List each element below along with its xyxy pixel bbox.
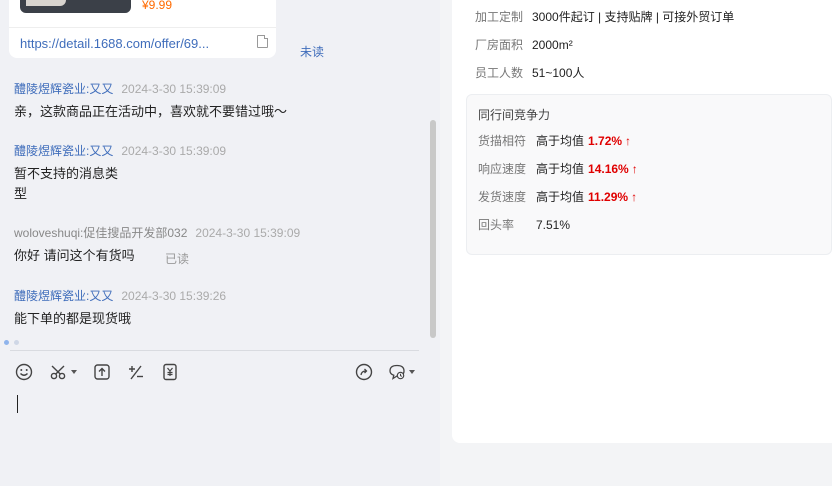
message-input-cursor[interactable] [17,395,18,413]
info-key: 员工人数 [475,66,524,80]
info-row-customization: 加工定制 3000件起订 | 支持贴牌 | 可接外贸订单 [475,8,734,25]
chat-panel: ¥9.99 https://detail.1688.com/offer/69..… [0,0,440,486]
compete-row-shipping: 发货速度 高于均值 11.29% ↑ [478,188,637,205]
read-status-read: 已读 [165,252,190,266]
compete-percent: 1.72% [588,134,623,148]
message-time: 2024-3-30 15:39:09 [121,144,227,158]
quick-reply-icon[interactable] [387,362,415,382]
message-line: 能下单的都是现货哦 [14,311,132,326]
message-line: 暂不支持的消息类 [14,166,119,181]
percent-icon[interactable] [126,362,146,382]
up-arrow-icon: ↑ [631,162,638,176]
message-header: 醴陵煜辉瓷业:又又 2024-3-30 15:39:09 [14,142,226,159]
compete-key: 发货速度 [478,190,527,204]
product-price: ¥9.99 [142,0,173,12]
message-sender[interactable]: 醴陵煜辉瓷业:又又 [14,289,113,303]
compete-row-response: 响应速度 高于均值 14.16% ↑ [478,160,638,177]
scissors-icon[interactable] [49,362,77,382]
message-time: 2024-3-30 15:39:09 [121,82,227,96]
read-status-unread: 未读 [300,45,325,59]
competitiveness-title: 同行间竞争力 [478,108,551,122]
input-toolbar [14,362,424,382]
message-text: 亲，这款商品正在活动中，喜欢就不要错过哦～ [14,102,287,122]
product-link[interactable]: https://detail.1688.com/offer/69... [20,36,209,51]
product-card[interactable]: ¥9.99 https://detail.1688.com/offer/69..… [9,0,276,58]
info-row-employees: 员工人数 51~100人 [475,64,584,81]
loading-dots [4,332,24,350]
compete-percent: 11.29% [588,190,629,204]
info-key: 厂房面积 [475,38,524,52]
compete-value: 高于均值 [536,134,585,148]
message-header: 醴陵煜辉瓷业:又又 2024-3-30 15:39:09 [14,80,226,97]
message-sender[interactable]: 醴陵煜辉瓷业:又又 [14,144,113,158]
upload-icon[interactable] [92,362,112,382]
compete-key: 回头率 [478,218,515,232]
chevron-down-icon[interactable] [409,370,415,374]
message-line: 亲，这款商品正在活动中，喜欢就不要错过哦～ [14,104,288,119]
document-icon[interactable] [257,35,268,48]
yuan-icon[interactable] [160,362,180,382]
product-thumbnail[interactable] [20,0,131,13]
chevron-down-icon[interactable] [71,370,77,374]
message-sender[interactable]: woloveshuqi:促佳搜品开发部032 [14,226,187,240]
compete-row-description: 货描相符 高于均值 1.72% ↑ [478,132,631,149]
info-row-factory-area: 厂房面积 2000m² [475,36,573,53]
message-header: woloveshuqi:促佳搜品开发部032 2024-3-30 15:39:09 [14,224,300,241]
message-sender[interactable]: 醴陵煜辉瓷业:又又 [14,82,113,96]
compete-key: 货描相符 [478,134,527,148]
message-header: 醴陵煜辉瓷业:又又 2024-3-30 15:39:26 [14,287,226,304]
message-time: 2024-3-30 15:39:09 [195,226,301,240]
message-line: 型 [14,186,28,201]
compete-percent: 14.16% [588,162,629,176]
input-divider [10,350,419,351]
share-icon[interactable] [354,362,374,382]
compete-key: 响应速度 [478,162,527,176]
message-line: 你好 请问这个有货吗 [14,248,135,263]
compete-value: 高于均值 [536,162,585,176]
up-arrow-icon: ↑ [631,190,638,204]
up-arrow-icon: ↑ [625,134,632,148]
info-value: 2000m² [532,38,573,52]
message-text: 你好 请问这个有货吗 [14,246,135,266]
compete-value: 高于均值 [536,190,585,204]
compete-row-repurchase: 回头率 7.51% [478,216,570,233]
compete-value: 7.51% [536,218,571,232]
info-value: 51~100人 [532,66,585,80]
message-text: 暂不支持的消息类 型 [14,164,118,204]
chat-scrollbar[interactable] [430,120,436,338]
card-divider [9,27,276,28]
info-key: 加工定制 [475,10,524,24]
info-value: 3000件起订 | 支持贴牌 | 可接外贸订单 [532,10,735,24]
message-text: 能下单的都是现货哦 [14,309,131,329]
emoji-icon[interactable] [14,362,34,382]
message-time: 2024-3-30 15:39:26 [121,289,227,303]
